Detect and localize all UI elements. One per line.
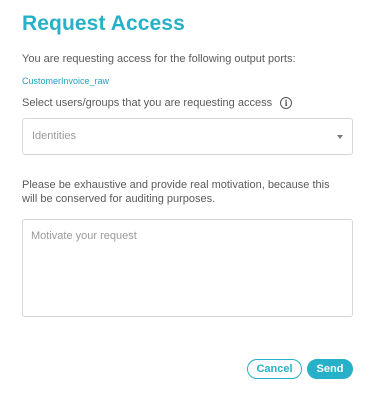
identities-placeholder: Identities — [32, 130, 77, 142]
motivation-hint-line-2: will be conserved for auditing purposes. — [22, 193, 216, 205]
info-icon[interactable]: i — [280, 97, 293, 109]
identities-label-row: Select users/groups that you are request… — [22, 97, 293, 109]
request-access-dialog: Request Access You are requesting access… — [0, 0, 374, 399]
output-port-link[interactable]: CustomerInvoice_raw — [22, 76, 109, 86]
dialog-title: Request Access — [22, 12, 185, 35]
motivation-textarea[interactable] — [22, 219, 353, 317]
intro-text: You are requesting access for the follow… — [22, 53, 296, 65]
identities-label: Select users/groups that you are request… — [22, 97, 273, 109]
motivation-hint-line-1: Please be exhaustive and provide real mo… — [22, 179, 330, 191]
cancel-button[interactable]: Cancel — [247, 359, 302, 379]
identities-select[interactable]: Identities — [22, 118, 353, 155]
chevron-down-icon[interactable] — [337, 135, 343, 139]
send-button[interactable]: Send — [307, 359, 353, 379]
motivation-hint: Please be exhaustive and provide real mo… — [22, 178, 362, 206]
